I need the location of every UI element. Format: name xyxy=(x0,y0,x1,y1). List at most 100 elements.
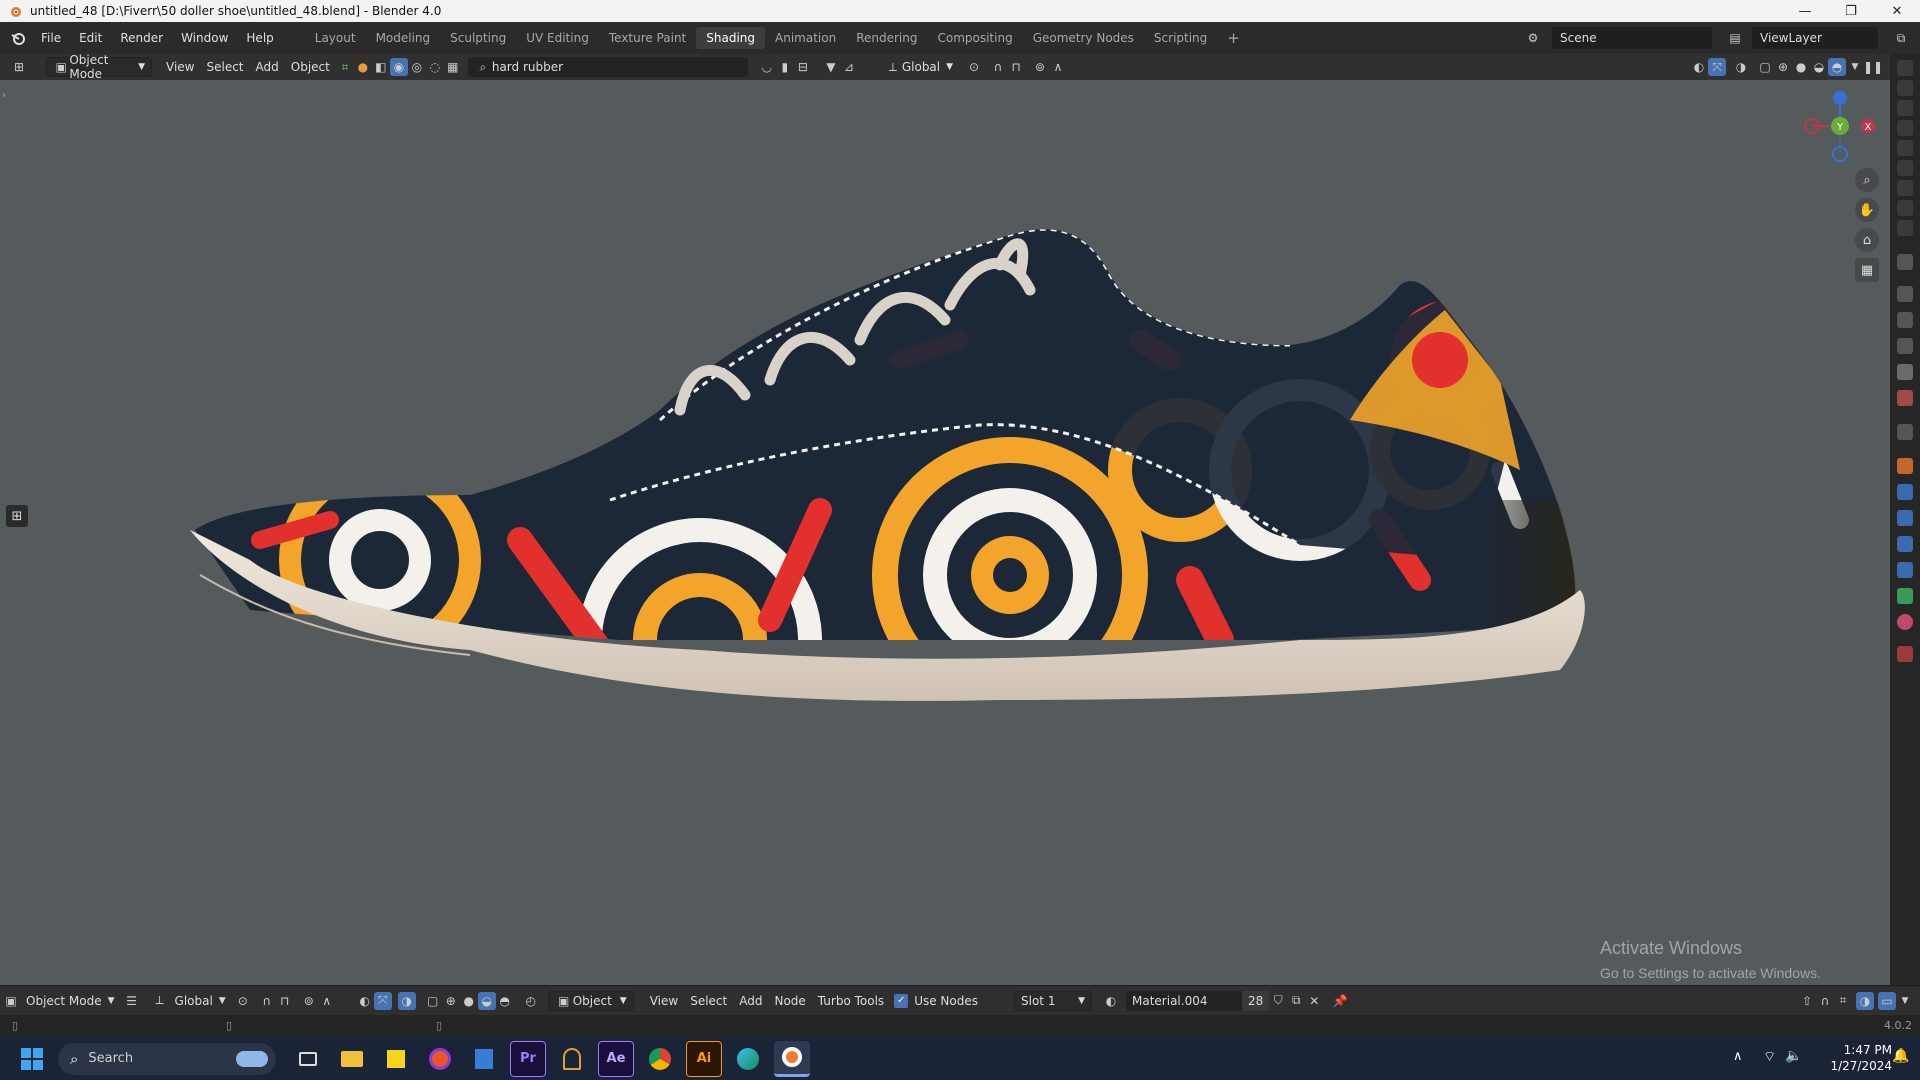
world-icon[interactable]: ◎ xyxy=(408,58,426,76)
gizmo-toggle-icon[interactable]: ⤧ xyxy=(1708,58,1726,76)
slot-dropdown[interactable]: Slot 1 ▼ xyxy=(1014,990,1092,1011)
snap-icon[interactable]: ⌗ xyxy=(336,58,354,76)
texture-tab-icon[interactable] xyxy=(1897,646,1913,662)
material-preview-icon[interactable]: ◉ xyxy=(389,58,408,76)
tab-animation[interactable]: Animation xyxy=(765,27,846,49)
xray-icon[interactable]: ▢ xyxy=(1756,58,1774,76)
bookmark-icon[interactable]: ▮ xyxy=(776,58,794,76)
duplicate-material-icon[interactable]: ⧉ xyxy=(1287,992,1305,1010)
visibility-icon[interactable]: ◐ xyxy=(1690,58,1708,76)
material-user-count[interactable]: 28 xyxy=(1242,990,1270,1011)
shader-type-icon[interactable]: ◴ xyxy=(522,992,540,1010)
maximize-button[interactable]: ❐ xyxy=(1828,0,1874,22)
snapping-icon[interactable]: ∩ xyxy=(1816,992,1834,1010)
wifi-icon[interactable]: ⌔ xyxy=(1763,1048,1776,1066)
new-view-layer-icon[interactable]: ⧉ xyxy=(1892,29,1910,47)
tab-layout[interactable]: Layout xyxy=(305,27,366,49)
close-button[interactable]: ✕ xyxy=(1874,0,1920,22)
sidebar-toggle-icon[interactable]: ⊞ xyxy=(6,505,28,527)
modifier-tab-icon[interactable] xyxy=(1897,484,1913,500)
premiere-icon[interactable]: Pr xyxy=(510,1040,546,1077)
tool-tab-icon[interactable] xyxy=(1897,254,1913,270)
solid-shading-icon[interactable]: ● xyxy=(1792,58,1810,76)
menu-file[interactable]: File xyxy=(32,31,70,45)
rendered-shading-icon[interactable]: ◓ xyxy=(1828,58,1846,76)
shading-sphere-icon[interactable]: ● xyxy=(354,58,372,76)
view-layer-tab-icon[interactable] xyxy=(1897,338,1913,354)
overlay-toggle-icon[interactable]: ◑ xyxy=(1856,991,1874,1010)
pin-icon[interactable]: 📌 xyxy=(1331,992,1349,1010)
pivot-point-icon[interactable]: ⊙ xyxy=(234,992,252,1010)
visibility-icon[interactable]: ◐ xyxy=(356,992,374,1010)
material-icon[interactable]: ◧ xyxy=(372,58,390,76)
material-name-field[interactable]: Material.004 xyxy=(1126,990,1242,1011)
node-orientation-dropdown[interactable]: Global xyxy=(169,991,219,1011)
notification-bell-icon[interactable]: 🔔 xyxy=(1892,1048,1909,1064)
node-menu-add[interactable]: Add xyxy=(733,991,768,1011)
falloff-icon[interactable]: ∧ xyxy=(1049,58,1067,76)
snapping-icon[interactable]: ∩ xyxy=(989,58,1007,76)
physics-tab-icon[interactable] xyxy=(1897,536,1913,552)
outliner-camera-icon[interactable] xyxy=(1897,160,1913,176)
blender-menu-icon[interactable] xyxy=(10,30,26,46)
object-type-dropdown[interactable]: ▣ Object ▼ xyxy=(547,990,634,1011)
after-effects-icon[interactable]: Ae xyxy=(598,1040,634,1077)
zoom-icon[interactable]: ⌕ xyxy=(1855,168,1879,192)
snap-target-icon[interactable]: ⊓ xyxy=(276,992,294,1010)
outliner-camera-icon[interactable] xyxy=(1897,200,1913,216)
node-menu-select[interactable]: Select xyxy=(684,991,733,1011)
menu-select[interactable]: Select xyxy=(200,57,249,77)
blender-icon[interactable] xyxy=(774,1040,810,1077)
tab-modeling[interactable]: Modeling xyxy=(366,27,441,49)
illustrator-icon[interactable]: Ai xyxy=(686,1040,722,1077)
hdri-icon[interactable]: ◌ xyxy=(426,58,444,76)
tab-sculpting[interactable]: Sculpting xyxy=(440,27,516,49)
material-search-field[interactable]: ⌕ hard rubber xyxy=(467,57,748,77)
tab-scripting[interactable]: Scripting xyxy=(1144,27,1217,49)
windows-start-icon[interactable] xyxy=(20,1047,44,1071)
add-workspace-button[interactable]: + xyxy=(1217,25,1250,51)
tool-settings-icon[interactable]: ⊿ xyxy=(840,58,858,76)
taskbar-search-box[interactable]: ⌕ Search xyxy=(58,1042,276,1075)
falloff-icon[interactable]: ∧ xyxy=(318,992,336,1010)
solid-shading-icon[interactable]: ● xyxy=(460,992,478,1010)
backdrop-icon[interactable]: ▭ xyxy=(1878,991,1896,1010)
mode-dropdown[interactable]: ▣ Object Mode ▼ xyxy=(46,53,152,81)
scene-selector[interactable]: Scene xyxy=(1552,27,1712,49)
firefox-icon[interactable] xyxy=(422,1041,458,1077)
view-layer-selector[interactable]: ViewLayer xyxy=(1752,27,1878,49)
data-tab-icon[interactable] xyxy=(1897,588,1913,604)
view-preset-icon[interactable]: ◡ xyxy=(758,58,776,76)
outliner-camera-icon[interactable] xyxy=(1897,180,1913,196)
sticky-notes-icon[interactable] xyxy=(378,1041,414,1077)
file-explorer-icon[interactable] xyxy=(334,1041,370,1077)
material-browse-icon[interactable]: ◐ xyxy=(1102,992,1120,1010)
menu-help[interactable]: Help xyxy=(237,31,282,45)
rendered-shading-icon[interactable]: ◓ xyxy=(496,992,514,1010)
pivot-point-icon[interactable]: ⊙ xyxy=(965,58,983,76)
blender-alt-icon[interactable] xyxy=(554,1041,590,1077)
output-tab-icon[interactable] xyxy=(1897,312,1913,328)
node-menu-node[interactable]: Node xyxy=(768,991,811,1011)
menu-render[interactable]: Render xyxy=(111,31,172,45)
constraints-tab-icon[interactable] xyxy=(1897,562,1913,578)
outliner-camera-icon[interactable] xyxy=(1897,100,1913,116)
chevron-down-icon[interactable]: ▼ xyxy=(1896,992,1914,1010)
orientation-dropdown[interactable]: ⟂ Global ▼ xyxy=(878,57,959,77)
outliner-camera-icon[interactable] xyxy=(1897,80,1913,96)
proportional-edit-icon[interactable]: ⊚ xyxy=(300,992,318,1010)
chevron-up-icon[interactable]: ∧ xyxy=(1733,1049,1743,1064)
particles-tab-icon[interactable] xyxy=(1897,510,1913,526)
gizmo-toggle-icon[interactable]: ⤧ xyxy=(373,991,392,1010)
toolbar-expand-icon[interactable]: › xyxy=(2,90,6,101)
chrome-icon[interactable] xyxy=(642,1041,678,1077)
node-menu-view[interactable]: View xyxy=(644,991,684,1011)
hamburger-menu-icon[interactable]: ☰ xyxy=(123,992,141,1010)
outliner-camera-icon[interactable] xyxy=(1897,220,1913,236)
filter-icon[interactable]: ▼ xyxy=(822,58,840,76)
object-tab-icon[interactable] xyxy=(1897,458,1913,474)
notepad-icon[interactable] xyxy=(466,1041,502,1077)
clock[interactable]: 1:47 PM 1/27/2024 xyxy=(1812,1042,1892,1074)
outliner-camera-icon[interactable] xyxy=(1897,140,1913,156)
scene-tab-icon[interactable] xyxy=(1897,364,1913,380)
